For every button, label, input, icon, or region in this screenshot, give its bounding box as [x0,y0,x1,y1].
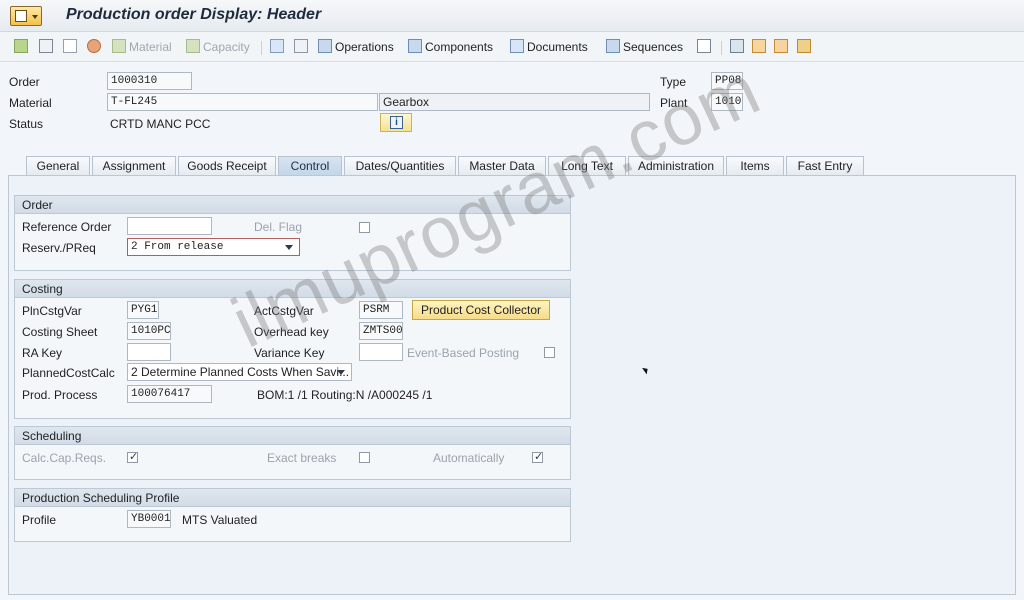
arrange-icon[interactable] [774,39,791,55]
del-flag-label: Del. Flag [254,220,303,234]
app-menu-icon[interactable] [10,6,42,26]
production-scheduling-profile-title: Production Scheduling Profile [15,489,570,507]
planned-cost-calc-dropdown[interactable]: 2 Determine Planned Costs When Savi... [127,363,352,381]
info-icon: i [390,116,403,129]
status-value: CRTD MANC PCC [110,117,211,131]
document-icon[interactable] [63,39,80,55]
status-info-button[interactable]: i [380,113,412,132]
tab-administration[interactable]: Administration [628,156,724,176]
tab-master-data[interactable]: Master Data [458,156,546,176]
prod-process-label: Prod. Process [22,388,98,402]
scheduling-group-title: Scheduling [15,427,570,445]
automatically-label: Automatically [433,451,505,465]
chevron-down-icon [337,370,345,375]
prod-process-field[interactable]: 100076417 [127,385,212,403]
tree-icon[interactable] [752,39,769,55]
tab-fast-entry[interactable]: Fast Entry [786,156,864,176]
material-button[interactable]: Material [112,39,172,55]
automatically-checkbox[interactable] [532,450,543,463]
act-cstg-var-label: ActCstgVar [254,304,314,318]
documents-button[interactable]: Documents [510,39,588,55]
costing-sheet-field[interactable]: 1010PC [127,322,171,340]
profile-label: Profile [22,513,57,527]
planned-cost-calc-label: PlannedCostCalc [22,366,115,380]
reference-order-field[interactable] [127,217,212,235]
profile-description: MTS Valuated [182,513,258,527]
components-button[interactable]: Components [408,39,493,55]
plant-field[interactable]: 1010 [711,93,743,111]
table-icon[interactable] [730,39,747,55]
tab-assignment[interactable]: Assignment [92,156,176,176]
event-based-posting-checkbox[interactable] [544,347,555,358]
reserv-preq-dropdown[interactable]: 2 From release [127,238,300,256]
chevron-down-icon [285,245,293,250]
calc-cap-reqs-label: Calc.Cap.Reqs. [22,451,107,465]
material-description: Gearbox [379,93,650,111]
operations-button[interactable]: Operations [318,39,394,55]
display-icon[interactable] [39,39,56,55]
ra-key-field[interactable] [127,343,171,361]
order-group-title: Order [15,196,570,214]
page-title: Production order Display: Header [66,6,322,23]
del-flag-checkbox[interactable] [359,222,370,233]
pln-cstg-var-label: PlnCstgVar [22,304,82,318]
reserv-preq-label: Reserv./PReq [22,241,96,255]
order-field[interactable]: 1000310 [107,72,192,90]
settings-icon[interactable] [87,39,104,55]
tab-goods-receipt[interactable]: Goods Receipt [178,156,276,176]
bom-routing-text: BOM:1 /1 Routing:N /A000245 /1 [257,388,433,402]
exact-breaks-checkbox[interactable] [359,452,370,463]
print-icon[interactable] [294,39,311,55]
exact-breaks-label: Exact breaks [267,451,337,465]
capacity-button[interactable]: Capacity [186,39,250,55]
tab-items[interactable]: Items [726,156,784,176]
product-cost-collector-button[interactable]: Product Cost Collector [412,300,550,320]
sequences-button[interactable]: Sequences [606,39,683,55]
grid-icon[interactable] [797,39,814,55]
overhead-key-field[interactable]: ZMTS00 [359,322,403,340]
profile-field[interactable]: YB0001 [127,510,171,528]
separator [261,41,262,55]
variance-key-field[interactable] [359,343,403,361]
status-label: Status [9,117,44,131]
pln-cstg-var-field[interactable]: PYG1 [127,301,159,319]
production-scheduling-profile-group: Production Scheduling Profile [14,488,571,542]
title-bar: Production order Display: Header [0,0,1024,32]
hierarchy-icon[interactable] [270,39,287,55]
type-label: Type [660,75,687,89]
variance-key-label: Variance Key [254,346,325,360]
tab-general[interactable]: General [26,156,90,176]
event-based-posting-label: Event-Based Posting [407,346,520,360]
tab-dates-quantities[interactable]: Dates/Quantities [344,156,456,176]
material-label: Material [9,96,52,110]
ra-key-label: RA Key [22,346,63,360]
type-field[interactable]: PP08 [711,72,743,90]
tab-strip: General Assignment Goods Receipt Control… [26,156,876,176]
application-toolbar: Material Capacity Operations Components … [0,32,1024,62]
tab-control[interactable]: Control [278,156,342,176]
plant-label: Plant [660,96,688,110]
material-field[interactable]: T-FL245 [107,93,378,111]
costing-sheet-label: Costing Sheet [22,325,98,339]
cube-icon[interactable] [697,39,714,55]
flag-icon[interactable] [14,39,31,55]
order-label: Order [9,75,40,89]
tab-long-text[interactable]: Long Text [548,156,626,176]
separator [721,41,722,55]
overhead-key-label: Overhead key [254,325,329,339]
act-cstg-var-field[interactable]: PSRM [359,301,403,319]
reference-order-label: Reference Order [22,220,112,234]
costing-group-title: Costing [15,280,570,298]
calc-cap-reqs-checkbox[interactable] [127,450,138,463]
